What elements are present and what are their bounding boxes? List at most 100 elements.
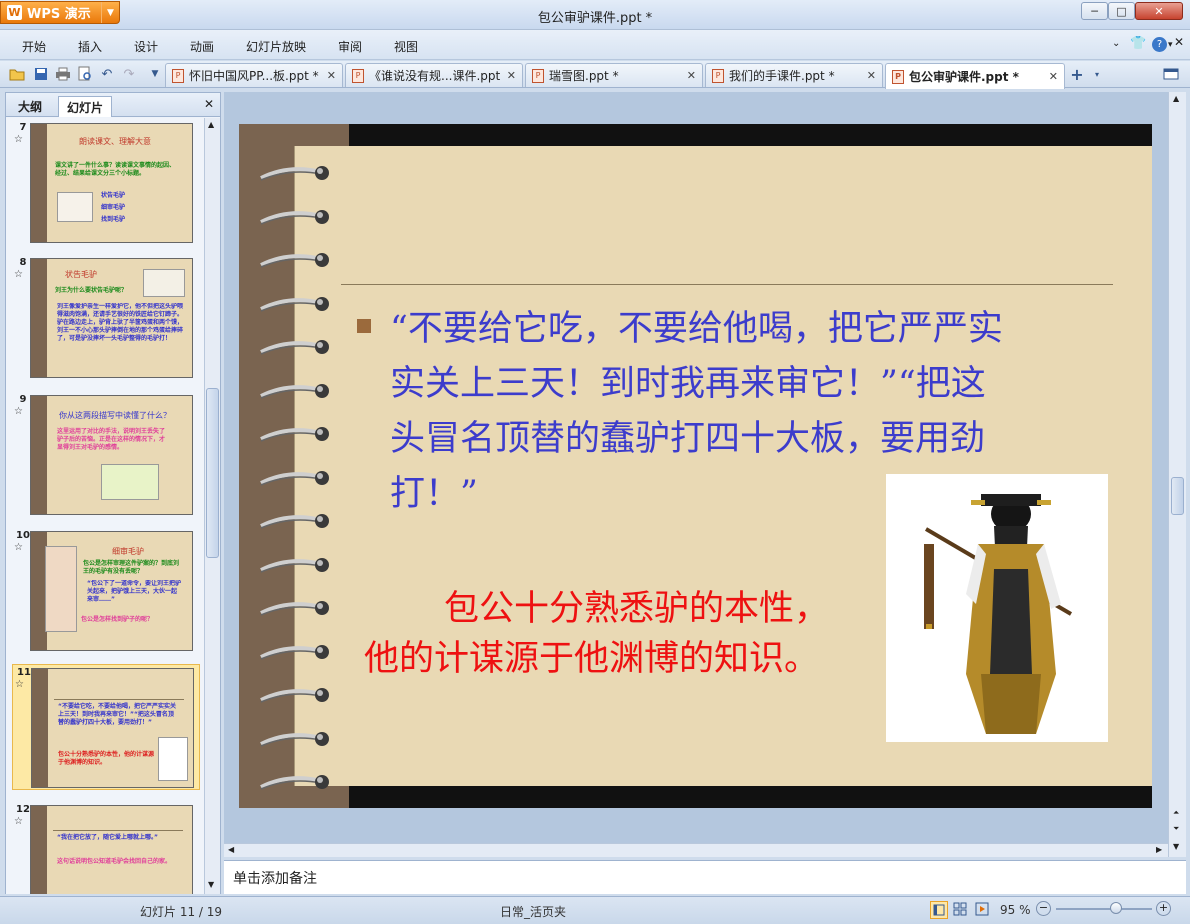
bao-gong-picture[interactable] [886,474,1108,742]
next-slide-icon[interactable]: ⏷ [1173,824,1179,834]
ppt-file-icon: P [892,69,904,84]
scrollbar-thumb[interactable] [206,388,219,558]
slide-counter: 幻灯片 11 / 19 [140,905,223,919]
toolbar-more-icon[interactable]: ▼ [146,65,164,83]
zoom-out-icon[interactable]: − [1036,901,1051,916]
scroll-up-icon[interactable]: ▲ [208,120,214,129]
notebook-spine [31,806,47,894]
prev-slide-icon[interactable]: ⏶ [1173,808,1179,818]
tab-doc-active[interactable]: P 包公审驴课件.ppt * ✕ [885,63,1065,89]
menu-home[interactable]: 开始 [22,38,46,55]
thumbnail-text: “包公下了一道命令，要让刘王把驴关起来，把驴饿上三天，大伙一起来审……” [87,580,181,603]
thumbnail-title: 细审毛驴 [112,547,144,556]
horizontal-scrollbar[interactable]: ◀ ▶ [224,843,1168,857]
slideshow-play-icon[interactable] [974,901,992,919]
slide-thumbnail-7[interactable]: 7 ☆ 朗读课文、理解大意 课文讲了一件什么事？读读课文事情的起因、经过、结果给… [12,120,200,246]
menu-design[interactable]: 设计 [134,38,158,55]
menu-slideshow[interactable]: 幻灯片放映 [246,38,306,55]
print-preview-icon[interactable] [76,65,94,83]
panda-picture [57,192,93,222]
print-icon[interactable] [54,65,72,83]
tab-close-icon[interactable]: ✕ [1049,70,1058,83]
spiral-ring [259,684,331,706]
slide-thumbnail-9[interactable]: 9 ☆ 你从这两段描写中读懂了什么？ 这里运用了对比的手法，说明刘王丢失了驴子后… [12,392,200,518]
tab-close-icon[interactable]: ✕ [867,69,876,82]
redo-icon[interactable]: ↷ [120,65,138,83]
panel-scrollbar[interactable]: ▲ ▼ [204,118,220,894]
slide-sorter-icon[interactable] [952,901,970,919]
tab-doc-3[interactable]: P 瑞雪图.ppt * ✕ [525,63,703,87]
save-icon[interactable] [32,65,50,83]
notes-area[interactable]: 单击添加备注 [224,860,1186,894]
donkey-picture [143,269,185,297]
thumbnail-image: “我在把它放了，随它爱上哪就上哪。” 这句话说明包公知道毛驴会找回自己的家。 [30,805,193,894]
undo-icon[interactable]: ↶ [98,65,116,83]
vertical-scrollbar[interactable]: ▲ ⏶ ⏷ ▼ [1168,92,1186,857]
thumbnail-text: “我在把它放了，随它爱上哪就上哪。” [57,834,158,841]
scroll-up-icon[interactable]: ▲ [1173,94,1179,103]
conclusion-line-1[interactable]: 包公十分熟悉驴的本性， [444,580,904,631]
thumbnail-title: 状告毛驴 [65,270,97,279]
slide-thumbnail-10[interactable]: 10 ☆ 细审毛驴 包公是怎样审理这件驴案的？到底刘王的毛驴有没有丢呢？ “包公… [12,528,200,654]
panel-close-icon[interactable]: ✕ [204,97,214,111]
thumbnail-title: 朗读课文、理解大意 [79,137,151,146]
scroll-down-icon[interactable]: ▼ [208,880,214,889]
normal-view-icon[interactable] [930,901,948,919]
divider [53,830,183,831]
slide-canvas[interactable]: “不要给它吃，不要给他喝，把它严严实实关上三天！到时我再来审它！”“把这头冒名顶… [239,124,1152,808]
chevron-down-icon[interactable]: ▾ [1168,40,1173,50]
menu-insert[interactable]: 插入 [78,38,102,55]
open-folder-icon[interactable] [8,65,26,83]
tab-doc-2[interactable]: P 《谁说没有规...课件.ppt ✕ [345,63,523,87]
tab-label: 瑞雪图.ppt * [549,69,619,83]
notebook-spine [32,669,48,787]
ribbon-close-icon[interactable]: ✕ [1174,35,1184,49]
minimize-button[interactable]: ─ [1081,2,1108,20]
zoom-slider-track[interactable] [1056,908,1152,910]
menu-view[interactable]: 视图 [394,38,418,55]
tab-slides[interactable]: 幻灯片 [58,96,113,117]
maximize-button[interactable]: □ [1108,2,1135,20]
thumbnail-image: 细审毛驴 包公是怎样审理这件驴案的？到底刘王的毛驴有没有丢呢？ “包公下了一道命… [30,531,193,651]
transition-star-icon: ☆ [14,269,23,280]
chevron-down-icon[interactable]: ⌄ [1112,38,1120,49]
spiral-ring [259,510,331,532]
slide-thumbnail-8[interactable]: 8 ☆ 状告毛驴 刘王为什么要状告毛驴呢？ 刘王像爱护亲生一样爱护它，他不但把这… [12,255,200,381]
notebook-spine [31,259,47,377]
window-layout-icon[interactable] [1162,65,1180,83]
spiral-ring [259,423,331,445]
transition-star-icon: ☆ [14,816,23,827]
tab-close-icon[interactable]: ✕ [507,69,516,82]
menu-review[interactable]: 审阅 [338,38,362,55]
help-icon[interactable]: ? [1152,37,1167,52]
zoom-slider-thumb[interactable] [1109,902,1122,914]
zoom-in-icon[interactable]: + [1156,901,1171,916]
conclusion-line-2[interactable]: 他的计谋源于他渊博的知识。 [364,630,924,681]
tab-list-icon[interactable]: ▾ [1088,65,1106,83]
tab-label: 《谁说没有规...课件.ppt [369,69,501,83]
slide-thumbnail-11[interactable]: 11 ☆ “不要给它吃，不要给他喝，把它严严实实关上三天！到时我再来审它！”“把… [12,664,200,790]
panel-tabs: 大纲 幻灯片 ✕ [6,93,220,117]
tab-doc-1[interactable]: P 怀旧中国风PP...板.ppt * ✕ [165,63,343,87]
scroll-right-icon[interactable]: ▶ [1156,845,1162,854]
tab-close-icon[interactable]: ✕ [687,69,696,82]
scrollbar-thumb[interactable] [1171,477,1184,515]
tab-doc-4[interactable]: P 我们的手课件.ppt * ✕ [705,63,883,87]
ppt-file-icon: P [712,68,724,83]
thumbnail-text: 课文讲了一件什么事？读读课文事情的起因、经过、结果给课文分三个小标题。 [55,162,176,177]
spiral-ring [259,162,331,184]
slide-thumbnail-12[interactable]: 12 ☆ “我在把它放了，随它爱上哪就上哪。” 这句话说明包公知道毛驴会找回自己… [12,802,200,894]
divider [54,699,184,700]
bao-gong-picture [158,737,188,781]
scroll-down-icon[interactable]: ▼ [1173,842,1179,851]
close-button[interactable]: ✕ [1135,2,1183,20]
skin-icon[interactable]: 👕 [1130,36,1146,51]
scroll-left-icon[interactable]: ◀ [228,845,234,854]
new-tab-icon[interactable]: + [1068,65,1086,84]
tab-outline[interactable]: 大纲 [10,96,50,117]
tab-close-icon[interactable]: ✕ [327,69,336,82]
slide-thumbnail-list: 7 ☆ 朗读课文、理解大意 课文讲了一件什么事？读读课文事情的起因、经过、结果给… [6,118,204,894]
menu-animation[interactable]: 动画 [190,38,214,55]
thumbnail-image: 你从这两段描写中读懂了什么？ 这里运用了对比的手法，说明刘王丢失了驴子后的苦恼。… [30,395,193,515]
divider-line [341,284,1113,285]
